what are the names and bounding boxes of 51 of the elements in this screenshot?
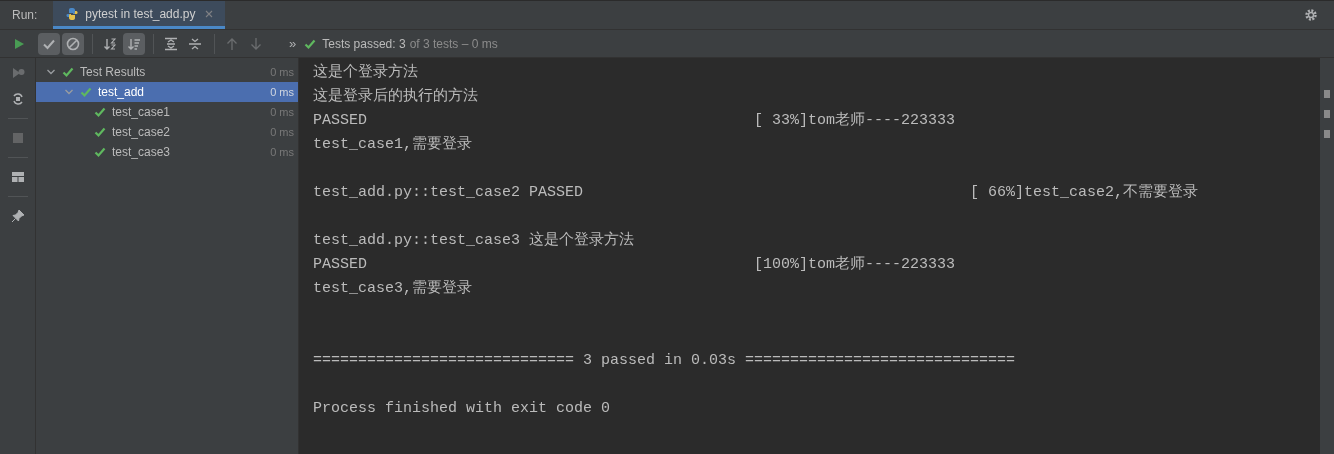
pin-icon[interactable]	[10, 209, 25, 223]
scrollbar-marker	[1324, 90, 1330, 98]
sort-list-icon	[127, 36, 141, 51]
check-icon	[80, 86, 92, 98]
scrollbar-marker	[1324, 110, 1330, 118]
console-line: test_case1,需要登录	[313, 134, 473, 155]
play-icon	[12, 36, 26, 51]
console-line: test_add.py::test_case2 PASSED	[313, 183, 584, 201]
check-icon	[94, 146, 106, 158]
console-line: Process finished with exit code 0	[313, 398, 611, 419]
show-passed-button[interactable]	[38, 32, 60, 55]
console-line: test_add.py::test_case3 这是个登录方法	[313, 230, 635, 251]
settings-icon[interactable]	[1304, 8, 1318, 22]
console-line: 这是登录后的执行的方法	[313, 86, 478, 107]
scrollbar-marker	[1324, 130, 1330, 138]
progress-text: [100%]tom老师----223333	[754, 254, 956, 275]
tree-item[interactable]: test_add 0 ms	[36, 82, 298, 102]
check-icon	[94, 106, 106, 118]
sort-alphabetical-icon	[103, 36, 117, 51]
arrow-up-icon	[225, 36, 239, 51]
tree-item-label: Test Results	[80, 64, 146, 81]
overflow-button[interactable]: »	[289, 33, 297, 54]
console-line: test_case3,需要登录	[313, 278, 473, 299]
progress-text: [ 66%]test_case2,不需要登录	[970, 182, 1199, 203]
close-icon[interactable]	[205, 9, 214, 18]
tab-title: pytest in test_add.py	[85, 5, 196, 23]
tree-item-label: test_case2	[112, 124, 171, 141]
console-line: 这是个登录方法	[313, 62, 418, 83]
tree-item-label: test_case1	[112, 104, 171, 121]
status-count: Tests passed: 3	[322, 35, 406, 53]
console-line: ============================= 3 passed in 0.03s ==============================	[313, 350, 1016, 371]
toggle-rerun-icon[interactable]	[10, 92, 25, 106]
console-line: PASSED	[313, 111, 367, 129]
check-icon	[94, 126, 106, 138]
sort-duration-button[interactable]	[123, 32, 145, 55]
expand-all-icon	[164, 36, 178, 51]
progress-text: [ 33%]tom老师----223333	[754, 110, 956, 131]
tree-item-label: test_add	[98, 84, 145, 101]
check-icon	[62, 66, 74, 78]
tree-item-label: test_case3	[112, 144, 171, 161]
layout-icon[interactable]	[10, 170, 25, 184]
status-detail: of 3 tests – 0 ms	[409, 35, 498, 53]
show-ignored-button[interactable]	[62, 32, 84, 55]
collapse-all-icon	[188, 36, 202, 51]
run-tab[interactable]: pytest in test_add.py	[53, 1, 226, 29]
python-icon	[65, 6, 80, 21]
console-line: PASSED	[313, 255, 367, 273]
run-label: Run:	[11, 7, 39, 24]
prohibited-icon	[66, 36, 80, 51]
arrow-down-icon	[249, 36, 263, 51]
duration-text: 0 ms	[270, 84, 294, 100]
